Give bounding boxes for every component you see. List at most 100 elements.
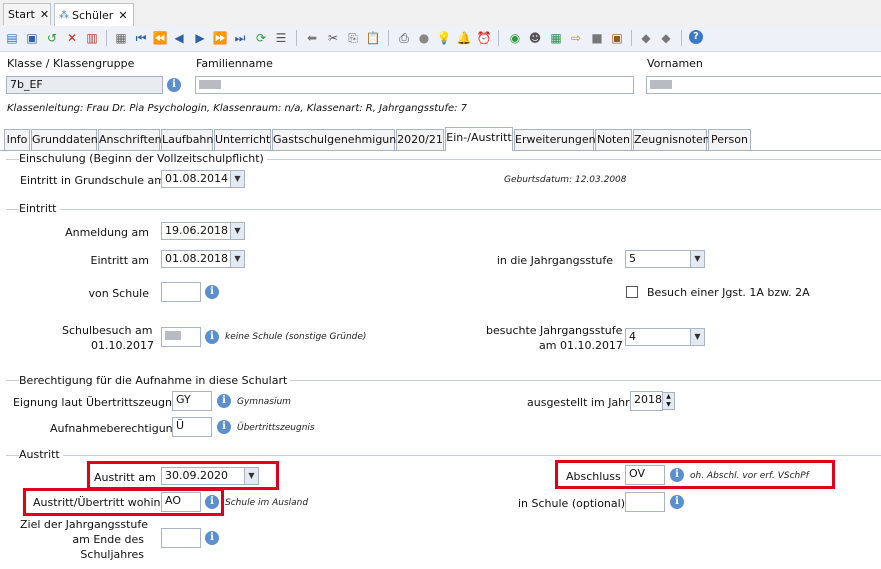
- tab-strip-line: [0, 150, 881, 151]
- eintritt-label: Eintritt am: [90, 254, 149, 267]
- box-icon[interactable]: ■: [589, 30, 605, 46]
- date-dropdown-button[interactable]: ▼: [230, 222, 245, 240]
- aufnahme-label: Aufnahmeberechtigung: [50, 422, 180, 435]
- besuchte-jgst-label: besuchte Jahrgangsstufe: [486, 324, 623, 337]
- first-record-icon[interactable]: ⏮: [133, 30, 149, 46]
- highlight-box-abschluss: [555, 460, 835, 489]
- eignung-field[interactable]: GY: [172, 391, 212, 411]
- back-arrow-icon[interactable]: ⬅: [304, 30, 320, 46]
- in-schule-field[interactable]: [625, 492, 665, 512]
- ausgestellt-label: ausgestellt im Jahr: [527, 396, 630, 409]
- right-eraser-icon[interactable]: ◆: [658, 30, 674, 46]
- tab-erweiterungen[interactable]: Erweiterungen: [514, 129, 596, 150]
- tab-info[interactable]: Info: [4, 129, 30, 150]
- jahrgangsstufe-field[interactable]: 5: [625, 250, 691, 268]
- close-icon[interactable]: ✕: [118, 9, 127, 22]
- redacted-text: [650, 80, 672, 89]
- info-icon[interactable]: i: [167, 78, 181, 92]
- last-record-icon[interactable]: ⏭: [232, 30, 248, 46]
- tab-laufbahn[interactable]: Laufbahn: [161, 129, 213, 150]
- date-dropdown-button[interactable]: ▼: [230, 250, 245, 268]
- close-icon[interactable]: ✕: [40, 8, 49, 21]
- schulbesuch-field[interactable]: [161, 327, 201, 347]
- tab-zeugnisnoten[interactable]: Zeugnisnoten: [633, 129, 710, 150]
- save-icon[interactable]: ▣: [24, 30, 40, 46]
- table-icon[interactable]: ☰: [273, 30, 289, 46]
- forward-icon[interactable]: ⏩: [212, 30, 228, 46]
- cancel-icon[interactable]: ▥: [84, 30, 100, 46]
- tab-gastschulgenehmigung[interactable]: Gastschulgenehmigung: [272, 129, 403, 150]
- ziel-label-2: am Ende des: [72, 533, 144, 546]
- eintritt-grundschule-field[interactable]: 01.08.2014: [161, 170, 231, 188]
- highlight-box-wohin: [23, 488, 224, 516]
- globe-icon[interactable]: ◉: [507, 30, 523, 46]
- toolbar-separator: [296, 30, 297, 46]
- print-icon[interactable]: ⎙: [396, 30, 412, 46]
- section-divider: [6, 455, 881, 456]
- rewind-icon[interactable]: ⏪: [152, 30, 168, 46]
- ziel-field[interactable]: [161, 528, 201, 548]
- klasse-field[interactable]: 7b_EF: [6, 76, 163, 94]
- toolbar-separator: [631, 30, 632, 46]
- tab-noten[interactable]: Noten: [595, 129, 632, 150]
- date-dropdown-button[interactable]: ▼: [230, 170, 245, 188]
- refresh-icon[interactable]: ⟳: [253, 30, 269, 46]
- besuchte-jgst-field[interactable]: 4: [625, 328, 691, 346]
- cut-icon[interactable]: ✂: [325, 30, 341, 46]
- grid-icon[interactable]: ▦: [548, 30, 564, 46]
- list-icon[interactable]: ▦: [113, 30, 129, 46]
- aufnahme-field[interactable]: Ü: [172, 417, 212, 437]
- paste-icon[interactable]: 📋: [365, 30, 381, 46]
- dropdown-button[interactable]: ▼: [690, 250, 705, 268]
- tab-ein-austritt[interactable]: Ein-/Austritt: [445, 127, 513, 151]
- new-icon[interactable]: ▤: [4, 30, 20, 46]
- info-icon[interactable]: i: [217, 420, 231, 434]
- tab-grunddaten[interactable]: Grunddaten: [31, 129, 98, 150]
- year-stepper[interactable]: ▲ ▼: [662, 392, 675, 410]
- bell-icon[interactable]: 🔔: [456, 30, 472, 46]
- info-icon[interactable]: i: [205, 531, 219, 545]
- familienname-label: Familienname: [196, 57, 273, 70]
- familienname-field[interactable]: [195, 76, 634, 94]
- next-icon[interactable]: ▶: [192, 30, 208, 46]
- class-info-line: Klassenleitung: Frau Dr. Pia Psychologin…: [7, 103, 468, 114]
- copy-icon[interactable]: ⎘: [345, 30, 361, 46]
- undo-icon[interactable]: ↺: [44, 30, 60, 46]
- info-icon[interactable]: i: [217, 394, 231, 408]
- vornamen-field[interactable]: [646, 76, 881, 94]
- besuchte-jgst-date-label: am 01.10.2017: [539, 339, 623, 352]
- help-icon[interactable]: ?: [689, 30, 703, 44]
- section-austritt: Austritt: [19, 448, 63, 461]
- tab-unterricht[interactable]: Unterricht: [214, 129, 271, 150]
- export-icon[interactable]: ⇨: [568, 30, 584, 46]
- tab-schuljahr[interactable]: 2020/21: [396, 129, 444, 150]
- bulb-icon[interactable]: 💡: [436, 30, 452, 46]
- info-icon[interactable]: i: [205, 330, 219, 344]
- contact-icon[interactable]: ▣: [609, 30, 625, 46]
- tab-schueler[interactable]: ⁂ Schüler ✕: [54, 3, 134, 27]
- besuch-checkbox[interactable]: [626, 286, 638, 298]
- left-eraser-icon[interactable]: ◆: [638, 30, 654, 46]
- jahrgangsstufe-label: in die Jahrgangsstufe: [496, 254, 613, 267]
- toolbar-separator: [681, 30, 682, 46]
- tab-start[interactable]: Start ✕: [3, 3, 51, 25]
- info-icon[interactable]: i: [205, 285, 219, 299]
- disk-icon[interactable]: ●: [416, 30, 432, 46]
- redacted-text: [165, 331, 181, 340]
- tab-anschriften[interactable]: Anschriften: [98, 129, 162, 150]
- person-icon[interactable]: ☻: [527, 30, 543, 46]
- ausgestellt-field[interactable]: 2018: [630, 391, 663, 411]
- delete-icon[interactable]: ✕: [64, 30, 80, 46]
- tab-person[interactable]: Person: [708, 129, 751, 150]
- anmeldung-field[interactable]: 19.06.2018: [161, 222, 231, 240]
- previous-icon[interactable]: ◀: [171, 30, 187, 46]
- section-eintritt: Eintritt: [19, 202, 60, 215]
- vornamen-label: Vornamen: [647, 57, 703, 70]
- dropdown-button[interactable]: ▼: [690, 328, 705, 346]
- geburtsdatum-text: Geburtsdatum: 12.03.2008: [504, 175, 627, 185]
- toolbar: ▤ ▣ ↺ ✕ ▥ ▦ ⏮ ⏪ ◀ ▶ ⏩ ⏭ ⟳ ☰ ⬅ ✂ ⎘ 📋 ⎙ ● …: [0, 26, 881, 52]
- clock-icon[interactable]: ⏰: [476, 30, 492, 46]
- info-icon[interactable]: i: [670, 495, 684, 509]
- von-schule-field[interactable]: [161, 282, 201, 302]
- eintritt-field[interactable]: 01.08.2018: [161, 250, 231, 268]
